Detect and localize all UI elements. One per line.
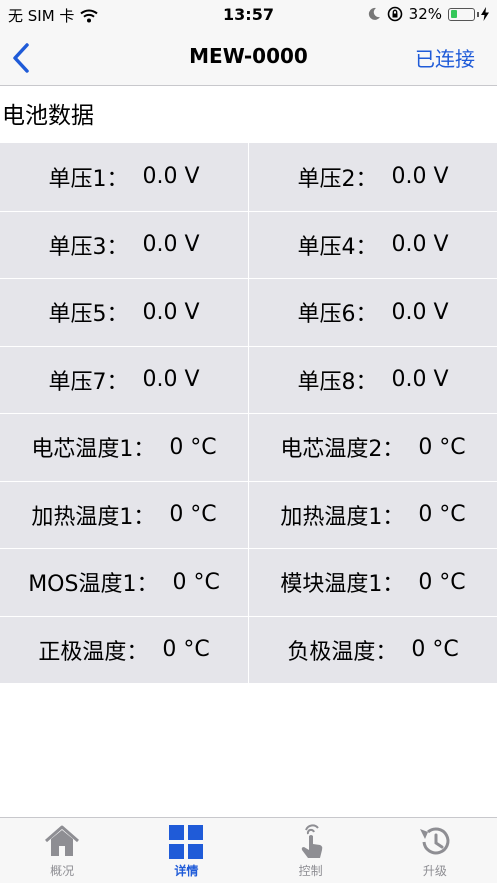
cell-label: 电芯温度2：: [280, 437, 405, 463]
cell-label: 单压6：: [297, 302, 378, 328]
cell-label: 模块温度1：: [280, 572, 405, 598]
grid-row: 电芯温度1： 0 °C 电芯温度2： 0 °C: [0, 413, 497, 481]
tab-label: 控制: [298, 864, 323, 878]
cell-value: 0.0 V: [142, 164, 200, 190]
cell-label: 正极温度：: [38, 639, 149, 665]
battery-percent: 32%: [408, 5, 442, 23]
cell-value: 0 °C: [418, 502, 466, 528]
cell-temp-2: 电芯温度2： 0 °C: [248, 414, 497, 481]
cell-value: 0 °C: [169, 434, 217, 460]
cell-voltage-4: 单压4： 0.0 V: [248, 211, 497, 278]
cell-value: 0 °C: [411, 637, 459, 663]
cell-value: 0.0 V: [391, 164, 449, 190]
grid-row: 单压7： 0.0 V 单压8： 0.0 V: [0, 345, 497, 414]
battery-icon: [448, 7, 475, 21]
battery-cap: [477, 11, 479, 17]
cell-value: 0 °C: [172, 569, 220, 595]
connection-status[interactable]: 已连接: [415, 43, 475, 72]
rotation-lock-icon: [387, 6, 402, 22]
status-bar: 无 SIM 卡 13:57 32%: [0, 0, 497, 30]
grid-row: 加热温度1： 0 °C 加热温度1： 0 °C: [0, 480, 497, 549]
grid-row: 单压1： 0.0 V 单压2： 0.0 V: [0, 143, 497, 211]
cell-value: 0 °C: [162, 637, 210, 663]
battery-data-grid: 单压1： 0.0 V 单压2： 0.0 V 单压3： 0.0 V 单压4： 0.0 V …: [0, 143, 497, 683]
cell-value: 0.0 V: [142, 299, 200, 325]
mos-temp-1: MOS温度1： 0 °C: [0, 549, 248, 616]
tab-label: 详情: [174, 864, 199, 878]
cell-value: 0 °C: [418, 569, 466, 595]
moon-icon: [368, 7, 380, 20]
history-icon: [419, 827, 450, 855]
tab-upgrade[interactable]: 升级: [373, 818, 497, 883]
grid-row: 单压5： 0.0 V 单压6： 0.0 V: [0, 278, 497, 346]
negative-terminal-temp: 负极温度： 0 °C: [248, 616, 497, 683]
heating-temp-2: 加热温度1： 0 °C: [248, 481, 497, 548]
grid-row: 单压3： 0.0 V 单压4： 0.0 V: [0, 210, 497, 279]
cell-label: MOS温度1：: [28, 572, 159, 598]
touch-icon: [301, 824, 322, 858]
cell-label: 单压8：: [297, 369, 378, 395]
tab-control[interactable]: 控制: [249, 818, 373, 883]
cell-value: 0 °C: [418, 434, 466, 460]
cell-label: 单压2：: [297, 166, 378, 192]
cell-label: 电芯温度1：: [31, 437, 156, 463]
cell-label: 单压5：: [48, 302, 129, 328]
tab-overview[interactable]: 概况: [0, 818, 124, 883]
cell-value: 0 °C: [169, 502, 217, 528]
heating-temp-1: 加热温度1： 0 °C: [0, 482, 248, 549]
tab-label: 升级: [422, 864, 447, 878]
cell-voltage-3: 单压3： 0.0 V: [0, 212, 248, 279]
cell-value: 0.0 V: [391, 232, 449, 258]
cell-temp-1: 电芯温度1： 0 °C: [0, 414, 248, 481]
grid-icon: [169, 825, 204, 859]
cell-label: 加热温度1：: [280, 504, 405, 530]
cell-label: 加热温度1：: [31, 504, 156, 530]
nav-bar: MEW-0000 已连接: [0, 30, 497, 86]
cell-label: 单压3：: [48, 234, 129, 260]
cell-voltage-5: 单压5： 0.0 V: [0, 279, 248, 346]
cell-voltage-1: 单压1： 0.0 V: [0, 143, 248, 211]
tab-bar: 概况 详情 控制 升级: [0, 817, 497, 883]
positive-terminal-temp: 正极温度： 0 °C: [0, 617, 248, 684]
cell-value: 0.0 V: [391, 299, 449, 325]
tab-label: 概况: [50, 864, 75, 878]
cell-label: 单压1：: [48, 166, 129, 192]
cell-label: 负极温度：: [287, 639, 398, 665]
cell-value: 0.0 V: [142, 232, 200, 258]
grid-row: 正极温度： 0 °C 负极温度： 0 °C: [0, 615, 497, 684]
home-icon: [45, 825, 80, 856]
section-title: 电池数据: [2, 103, 94, 129]
cell-voltage-7: 单压7： 0.0 V: [0, 347, 248, 414]
module-temp-1: 模块温度1： 0 °C: [248, 549, 497, 616]
cell-voltage-6: 单压6： 0.0 V: [248, 279, 497, 346]
cell-value: 0.0 V: [142, 367, 200, 393]
cell-label: 单压7：: [48, 369, 129, 395]
tab-details[interactable]: 详情: [124, 818, 248, 883]
cell-value: 0.0 V: [391, 367, 449, 393]
cell-voltage-2: 单压2： 0.0 V: [248, 143, 497, 211]
charging-bolt-icon: [481, 7, 489, 21]
battery-fill: [450, 10, 458, 18]
cell-voltage-8: 单压8： 0.0 V: [248, 346, 497, 413]
cell-label: 单压4：: [297, 234, 378, 260]
grid-row: MOS温度1： 0 °C 模块温度1： 0 °C: [0, 548, 497, 616]
status-right: 32%: [367, 5, 489, 23]
